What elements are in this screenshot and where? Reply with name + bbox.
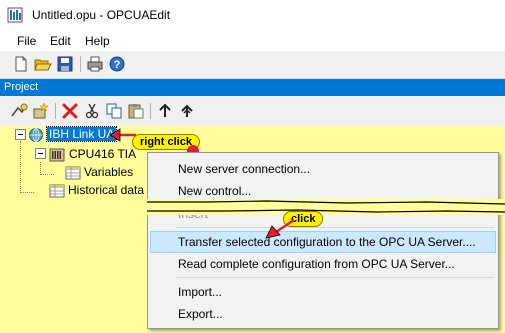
move-top-icon[interactable]: [178, 102, 196, 120]
menu-bar: File Edit Help: [0, 31, 505, 51]
arrow-annotation-icon: [265, 218, 295, 239]
toolbar-separator: [55, 103, 56, 119]
menu-separator: [176, 227, 494, 228]
tree-connector: [20, 141, 21, 193]
main-toolbar: ?: [0, 51, 505, 79]
new-file-icon[interactable]: [12, 55, 30, 73]
open-folder-icon[interactable]: [34, 55, 52, 73]
project-toolbar: [0, 96, 505, 126]
tree-item-variables[interactable]: Variables: [84, 165, 133, 179]
move-up-icon[interactable]: [156, 102, 174, 120]
context-menu: New server connection... New control... …: [147, 152, 499, 329]
menu-import[interactable]: Import...: [178, 285, 222, 299]
toolbar-separator: [80, 56, 81, 72]
help-icon[interactable]: ?: [108, 55, 126, 73]
svg-text:?: ?: [114, 59, 121, 71]
menu-edit[interactable]: Edit: [50, 34, 71, 48]
toolbar-separator: [150, 103, 151, 119]
copy-icon[interactable]: [105, 102, 123, 120]
menu-file[interactable]: File: [17, 34, 36, 48]
tree-item-historical[interactable]: Historical data: [68, 183, 144, 197]
globe-server-icon: [29, 128, 43, 142]
tree-expander-server[interactable]: [15, 129, 26, 140]
torn-edge-lines-icon: [147, 200, 505, 213]
menu-new-server-connection[interactable]: New server connection...: [178, 162, 310, 176]
add-item-icon[interactable]: [32, 102, 50, 120]
menu-transfer-configuration[interactable]: Transfer selected configuration to the O…: [178, 235, 476, 249]
project-panel-title: Project: [4, 81, 39, 93]
cut-icon[interactable]: [83, 102, 101, 120]
add-connection-icon[interactable]: [10, 102, 28, 120]
tree-expander-control[interactable]: [35, 148, 46, 159]
menu-help[interactable]: Help: [85, 34, 110, 48]
title-bar: Untitled.opu - OPCUAEdit: [0, 0, 505, 31]
torn-edge-band: [147, 199, 505, 215]
save-icon[interactable]: [56, 55, 74, 73]
print-icon[interactable]: [86, 55, 104, 73]
opcua-app-icon: [7, 7, 23, 23]
menu-export[interactable]: Export...: [178, 307, 223, 321]
project-panel-header: Project: [0, 79, 505, 96]
tree-item-control[interactable]: CPU416 TIA: [69, 147, 136, 161]
menu-new-control[interactable]: New control...: [178, 184, 251, 198]
delete-icon[interactable]: [61, 102, 79, 120]
variables-table-icon: [65, 166, 81, 180]
tree-connector: [20, 192, 34, 193]
paste-icon[interactable]: [127, 102, 145, 120]
cpu-icon: [49, 148, 65, 162]
menu-separator: [176, 277, 494, 278]
historical-data-icon: [49, 184, 65, 198]
menu-read-configuration[interactable]: Read complete configuration from OPC UA …: [178, 257, 455, 271]
window-title: Untitled.opu - OPCUAEdit: [32, 8, 171, 22]
tree-connector: [40, 174, 54, 175]
